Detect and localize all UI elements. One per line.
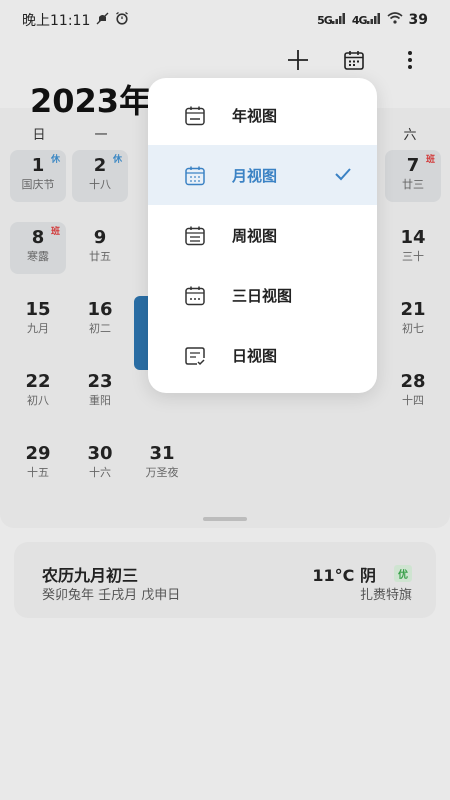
work-badge: 班 <box>50 227 60 237</box>
weather-location: 扎赉特旗 <box>359 588 412 603</box>
menu-label: 周视图 <box>232 226 278 245</box>
alarm-icon <box>115 11 129 29</box>
day-number: 14 <box>400 227 426 248</box>
month-view-icon <box>184 165 206 187</box>
day-number: 21 <box>400 299 426 320</box>
drag-handle[interactable] <box>203 517 247 521</box>
menu-label: 日视图 <box>232 346 278 365</box>
mute-icon <box>96 12 109 29</box>
day-lunar: 十五 <box>27 466 49 479</box>
day-number: 16 <box>87 299 113 320</box>
status-bar: 晚上11:11 5G 4G 39 <box>0 0 450 40</box>
menu-item-month-view[interactable]: 月视图 <box>148 145 377 205</box>
air-quality-badge: 优 <box>394 565 412 582</box>
weather-summary: 11°C 阴 <box>312 566 376 585</box>
day-number: 22 <box>25 371 51 392</box>
year-title[interactable]: 2023年 <box>30 76 151 122</box>
day-cell[interactable]: 14 三十 <box>385 222 441 274</box>
menu-item-day-view[interactable]: 日视图 <box>148 325 377 385</box>
weekday-sun: 日 <box>32 128 46 143</box>
checkmark-icon <box>333 164 353 184</box>
signal-2-label: 4G <box>351 14 368 27</box>
day-cell[interactable]: 29 十五 <box>10 438 66 490</box>
menu-label: 年视图 <box>232 106 278 125</box>
day-cell[interactable]: 9 廿五 <box>72 222 128 274</box>
day-lunar: 九月 <box>27 322 49 335</box>
view-mode-menu: 年视图 月视图 周视图 三日视图 日视图 <box>148 78 377 393</box>
week-view-icon <box>184 225 206 247</box>
day-cell[interactable]: 班 8 寒露 <box>10 222 66 274</box>
rest-badge: 休 <box>112 155 122 165</box>
day-number: 28 <box>400 371 426 392</box>
day-lunar: 重阳 <box>89 394 111 407</box>
day-lunar: 初二 <box>89 322 111 335</box>
day-cell[interactable]: 休 2 十八 <box>72 150 128 202</box>
day-lunar: 十六 <box>89 466 111 479</box>
day-cell[interactable]: 23 重阳 <box>72 366 128 418</box>
day-lunar: 初八 <box>27 394 49 407</box>
rest-badge: 休 <box>50 155 60 165</box>
menu-label: 月视图 <box>232 166 278 185</box>
day-cell[interactable]: 21 初七 <box>385 294 441 346</box>
weekday-sat: 六 <box>403 128 417 143</box>
day-lunar: 十八 <box>89 178 111 191</box>
status-time: 晚上11:11 <box>22 13 91 29</box>
lunar-date: 农历九月初三 <box>42 566 139 585</box>
day-lunar: 寒露 <box>27 250 49 263</box>
menu-item-year-view[interactable]: 年视图 <box>148 85 377 145</box>
plus-icon[interactable] <box>282 44 314 76</box>
ganzhi-date: 癸卯兔年 壬戌月 戊申日 <box>42 588 181 603</box>
year-view-icon <box>184 105 206 127</box>
battery-level: 39 <box>408 12 428 28</box>
day-number: 9 <box>93 227 107 248</box>
day-cell[interactable]: 休 1 国庆节 <box>10 150 66 202</box>
day-number: 23 <box>87 371 113 392</box>
weekday-mon: 一 <box>94 128 108 143</box>
signal-1-label: 5G <box>317 14 333 27</box>
day-cell[interactable]: 22 初八 <box>10 366 66 418</box>
day-lunar: 廿五 <box>89 250 111 263</box>
calendar-icon[interactable] <box>338 44 370 76</box>
three-day-view-icon <box>184 285 206 307</box>
work-badge: 班 <box>425 155 435 165</box>
day-cell[interactable]: 30 十六 <box>72 438 128 490</box>
day-lunar: 万圣夜 <box>145 466 179 479</box>
wifi-icon <box>386 12 403 28</box>
day-number: 29 <box>25 443 51 464</box>
menu-item-three-day-view[interactable]: 三日视图 <box>148 265 377 325</box>
toolbar <box>250 44 450 76</box>
day-number: 31 <box>149 443 175 464</box>
day-cell[interactable]: 15 九月 <box>10 294 66 346</box>
menu-label: 三日视图 <box>232 286 293 305</box>
more-vertical-icon[interactable] <box>394 44 426 76</box>
day-lunar: 初七 <box>402 322 424 335</box>
signal-2-icon: 4G <box>352 13 381 27</box>
day-number: 15 <box>25 299 51 320</box>
day-lunar: 十四 <box>402 394 424 407</box>
day-lunar: 三十 <box>402 250 424 263</box>
day-info-card[interactable]: 农历九月初三 癸卯兔年 壬戌月 戊申日 11°C 阴 优 扎赉特旗 <box>14 542 436 618</box>
day-lunar: 国庆节 <box>21 178 55 191</box>
day-number: 30 <box>87 443 113 464</box>
day-cell[interactable]: 班 7 廿三 <box>385 150 441 202</box>
day-cell[interactable]: 16 初二 <box>72 294 128 346</box>
menu-item-week-view[interactable]: 周视图 <box>148 205 377 265</box>
signal-icon: 5G <box>317 13 346 27</box>
day-view-icon <box>184 345 206 367</box>
day-lunar: 廿三 <box>402 178 424 191</box>
day-cell[interactable]: 31 万圣夜 <box>134 438 190 490</box>
day-cell[interactable]: 28 十四 <box>385 366 441 418</box>
